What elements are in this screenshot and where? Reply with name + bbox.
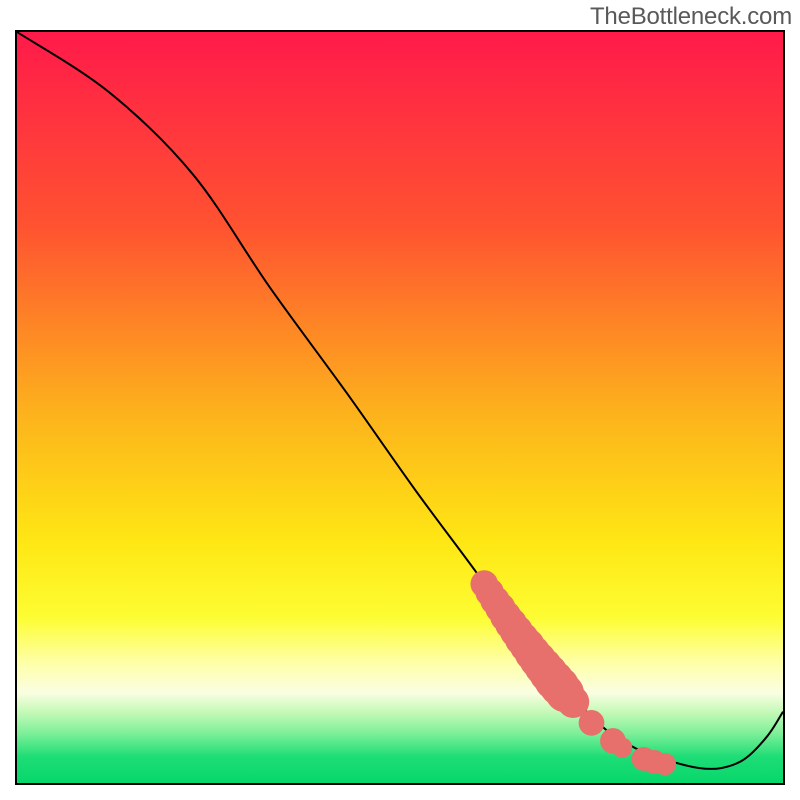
watermark-text: TheBottleneck.com — [590, 3, 792, 31]
chart-stage: TheBottleneck.com — [0, 0, 800, 800]
highlight-marker — [612, 738, 632, 758]
highlight-marker — [579, 710, 605, 736]
plot-svg — [17, 32, 783, 783]
highlight-marker — [654, 753, 676, 775]
gradient-background — [17, 32, 783, 783]
plot-frame — [15, 30, 785, 785]
